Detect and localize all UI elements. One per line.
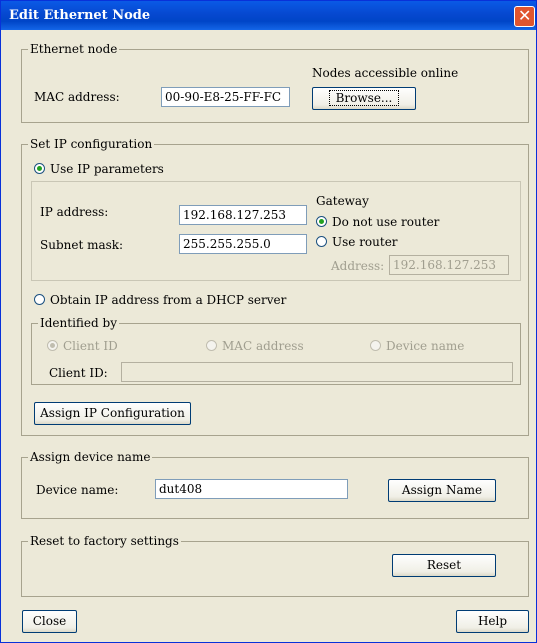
mac-address-label: MAC address:: [34, 90, 120, 104]
client-id-field[interactable]: [121, 362, 513, 382]
use-ip-params-radio[interactable]: Use IP parameters: [34, 162, 164, 176]
nodes-online-label: Nodes accessible online: [312, 66, 459, 80]
client-id-radio[interactable]: Client ID: [47, 339, 118, 353]
edit-ethernet-node-dialog: Edit Ethernet Node ✕ Ethernet node MAC a…: [0, 0, 537, 643]
assign-ip-button[interactable]: Assign IP Configuration: [34, 402, 191, 425]
identified-by-legend: Identified by: [38, 316, 119, 330]
use-router-label: Use router: [332, 235, 398, 249]
radio-selected-icon: [34, 163, 45, 174]
device-name-radio[interactable]: Device name: [370, 339, 464, 353]
ip-config-group: Set IP configuration Use IP parameters I…: [21, 137, 529, 436]
ip-address-field[interactable]: 192.168.127.253: [179, 205, 307, 225]
radio-unselected-icon: [370, 340, 381, 351]
router-address-field[interactable]: 192.168.127.253: [389, 255, 509, 275]
ip-address-label: IP address:: [40, 205, 109, 219]
factory-reset-group: Reset to factory settings Reset: [21, 534, 529, 597]
radio-unselected-icon: [34, 294, 45, 305]
router-address-label: Address:: [331, 259, 385, 273]
dialog-title: Edit Ethernet Node: [9, 8, 151, 23]
dhcp-radio[interactable]: Obtain IP address from a DHCP server: [34, 293, 286, 307]
radio-selected-icon: [47, 340, 58, 351]
radio-selected-icon: [316, 216, 327, 227]
mac-address-option-label: MAC address: [222, 339, 304, 353]
subnet-mask-label: Subnet mask:: [40, 238, 124, 252]
mac-address-field[interactable]: 00-90-E8-25-FF-FC: [161, 87, 290, 107]
ip-config-legend: Set IP configuration: [28, 137, 155, 151]
identified-by-group: Identified by Client ID MAC address Devi…: [31, 316, 521, 385]
device-name-field[interactable]: dut408: [155, 479, 348, 499]
factory-reset-legend: Reset to factory settings: [28, 534, 181, 548]
no-router-radio[interactable]: Do not use router: [316, 215, 439, 229]
dhcp-label: Obtain IP address from a DHCP server: [50, 293, 287, 307]
mac-address-radio[interactable]: MAC address: [206, 339, 304, 353]
title-bar[interactable]: Edit Ethernet Node ✕: [1, 1, 536, 30]
reset-button[interactable]: Reset: [392, 554, 496, 577]
device-name-option-label: Device name: [386, 339, 465, 353]
radio-unselected-icon: [206, 340, 217, 351]
device-name-legend: Assign device name: [28, 450, 153, 464]
ethernet-node-group: Ethernet node MAC address: 00-90-E8-25-F…: [21, 42, 529, 123]
gateway-label: Gateway: [316, 194, 369, 208]
use-router-radio[interactable]: Use router: [316, 235, 398, 249]
help-button[interactable]: Help: [456, 610, 529, 633]
close-icon: ✕: [518, 6, 532, 25]
ethernet-node-legend: Ethernet node: [28, 42, 120, 56]
use-ip-params-label: Use IP parameters: [50, 162, 164, 176]
no-router-label: Do not use router: [332, 215, 440, 229]
client-id-option-label: Client ID: [63, 339, 118, 353]
close-button[interactable]: Close: [22, 610, 77, 633]
assign-name-button[interactable]: Assign Name: [388, 479, 496, 502]
device-name-group: Assign device name Device name: dut408 A…: [21, 450, 529, 519]
browse-button-label: Browse...: [328, 90, 400, 106]
device-name-label: Device name:: [36, 483, 119, 497]
radio-unselected-icon: [316, 236, 327, 247]
browse-button[interactable]: Browse...: [312, 87, 416, 110]
client-id-label: Client ID:: [49, 366, 108, 380]
subnet-mask-field[interactable]: 255.255.255.0: [179, 234, 307, 254]
close-window-button[interactable]: ✕: [514, 6, 535, 27]
